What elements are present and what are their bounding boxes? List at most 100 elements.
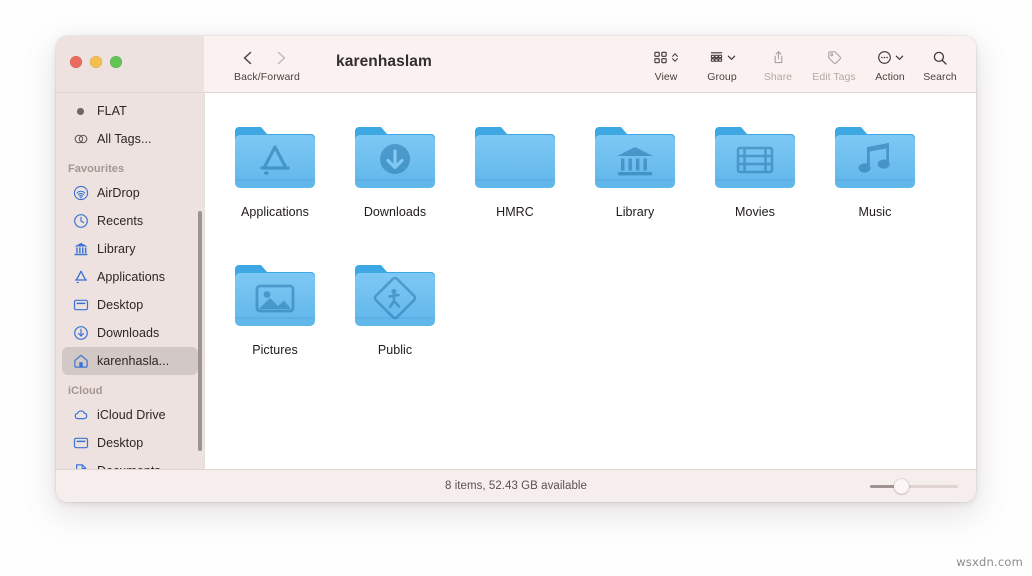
chevron-updown-icon: [671, 50, 679, 65]
group-list-icon: [709, 47, 736, 68]
navigation-group: Back/Forward: [234, 46, 300, 83]
sidebar-item-icloud-desktop[interactable]: Desktop: [62, 429, 198, 457]
desktop-icon: [72, 297, 89, 314]
search-icon: [932, 47, 948, 68]
sidebar-item-icloud-drive[interactable]: iCloud Drive: [62, 401, 198, 429]
file-grid-area: Applications: [204, 93, 976, 469]
finder-window: Back/Forward karenhaslam: [56, 36, 976, 502]
file-item-pictures[interactable]: Pictures: [215, 251, 335, 369]
forward-button[interactable]: [273, 50, 289, 66]
sidebar-item-desktop[interactable]: Desktop: [62, 291, 198, 319]
sidebar-item-label: FLAT: [97, 104, 127, 118]
file-item-label: Movies: [735, 205, 775, 219]
sidebar-item-label: Downloads: [97, 326, 159, 340]
share-icon: [771, 47, 786, 68]
folder-downloads-icon: [347, 117, 443, 197]
sidebar-item-recents[interactable]: Recents: [62, 207, 198, 235]
sidebar-item-label: Recents: [97, 214, 143, 228]
minimize-button[interactable]: [90, 56, 102, 68]
ellipsis-circle-icon: [877, 47, 904, 68]
file-item-downloads[interactable]: Downloads: [335, 113, 455, 231]
file-item-label: HMRC: [496, 205, 534, 219]
titlebar-left: [56, 36, 204, 92]
traffic-lights: [70, 56, 122, 68]
grid-view-icon: [653, 47, 679, 68]
file-item-hmrc[interactable]: HMRC: [455, 113, 575, 231]
folder-library-icon: [587, 117, 683, 197]
file-item-music[interactable]: Music: [815, 113, 935, 231]
all-tags-icon: [72, 131, 89, 148]
share-label: Share: [764, 71, 792, 83]
file-item-label: Downloads: [364, 205, 426, 219]
sidebar-item-flat[interactable]: FLAT: [62, 97, 198, 125]
search-label: Search: [923, 71, 957, 83]
applications-icon: [72, 269, 89, 286]
maximize-button[interactable]: [110, 56, 122, 68]
toolbar-right: Back/Forward karenhaslam: [204, 36, 976, 92]
edit-tags-button[interactable]: Edit Tags: [806, 45, 862, 83]
sidebar-scrollbar[interactable]: [198, 211, 202, 451]
view-button[interactable]: View: [638, 45, 694, 83]
sidebar: FLAT All Tags... Favourites: [56, 93, 204, 469]
folder-movies-icon: [707, 117, 803, 197]
screenshot-root: Back/Forward karenhaslam: [0, 0, 1032, 576]
sidebar-item-label: Applications: [97, 270, 165, 284]
sidebar-item-label: All Tags...: [97, 132, 152, 146]
back-button[interactable]: [240, 50, 256, 66]
file-item-label: Pictures: [252, 343, 298, 357]
search-button[interactable]: Search: [918, 45, 962, 83]
chevron-down-icon: [727, 50, 736, 65]
sidebar-item-applications[interactable]: Applications: [62, 263, 198, 291]
sidebar-item-documents[interactable]: Documents: [62, 457, 198, 469]
file-item-label: Applications: [241, 205, 309, 219]
group-button[interactable]: Group: [694, 45, 750, 83]
home-icon: [72, 353, 89, 370]
sidebar-item-library[interactable]: Library: [62, 235, 198, 263]
airdrop-icon: [72, 185, 89, 202]
sidebar-item-label: AirDrop: [97, 186, 140, 200]
toolbar-buttons: View: [638, 45, 962, 83]
sidebar-section-icloud: iCloud: [56, 375, 204, 401]
nav-arrows: [234, 46, 289, 70]
status-bar: 8 items, 52.43 GB available: [56, 469, 976, 502]
slider-knob[interactable]: [894, 479, 909, 494]
file-item-label: Public: [378, 343, 412, 357]
cloud-icon: [72, 407, 89, 424]
action-label: Action: [875, 71, 904, 83]
view-label: View: [655, 71, 678, 83]
sidebar-item-label: iCloud Drive: [97, 408, 166, 422]
file-item-movies[interactable]: Movies: [695, 113, 815, 231]
sidebar-item-label: Desktop: [97, 436, 143, 450]
file-item-public[interactable]: Public: [335, 251, 455, 369]
window-title: karenhaslam: [336, 53, 432, 71]
action-button[interactable]: Action: [862, 45, 918, 83]
file-grid: Applications: [205, 113, 976, 389]
icon-size-slider[interactable]: [870, 479, 958, 494]
folder-plain-icon: [467, 117, 563, 197]
edit-tags-label: Edit Tags: [812, 71, 855, 83]
sidebar-item-airdrop[interactable]: AirDrop: [62, 179, 198, 207]
folder-public-icon: [347, 255, 443, 335]
sidebar-section-favourites: Favourites: [56, 153, 204, 179]
file-item-label: Music: [859, 205, 892, 219]
file-item-library[interactable]: Library: [575, 113, 695, 231]
status-text: 8 items, 52.43 GB available: [445, 480, 587, 492]
sidebar-item-label: karenhasla...: [97, 354, 169, 368]
tag-dot-icon: [72, 103, 89, 120]
sidebar-item-label: Library: [97, 242, 136, 256]
tag-icon: [827, 47, 842, 68]
watermark: wsxdn.com: [956, 555, 1023, 569]
folder-music-icon: [827, 117, 923, 197]
sidebar-item-karenhaslam[interactable]: karenhasla...: [62, 347, 198, 375]
share-button[interactable]: Share: [750, 45, 806, 83]
nav-label: Back/Forward: [234, 71, 300, 83]
desktop-icon: [72, 435, 89, 452]
sidebar-item-label: Desktop: [97, 298, 143, 312]
clock-icon: [72, 213, 89, 230]
download-icon: [72, 325, 89, 342]
folder-applications-icon: [227, 117, 323, 197]
file-item-applications[interactable]: Applications: [215, 113, 335, 231]
sidebar-item-downloads[interactable]: Downloads: [62, 319, 198, 347]
close-button[interactable]: [70, 56, 82, 68]
sidebar-item-all-tags[interactable]: All Tags...: [62, 125, 198, 153]
